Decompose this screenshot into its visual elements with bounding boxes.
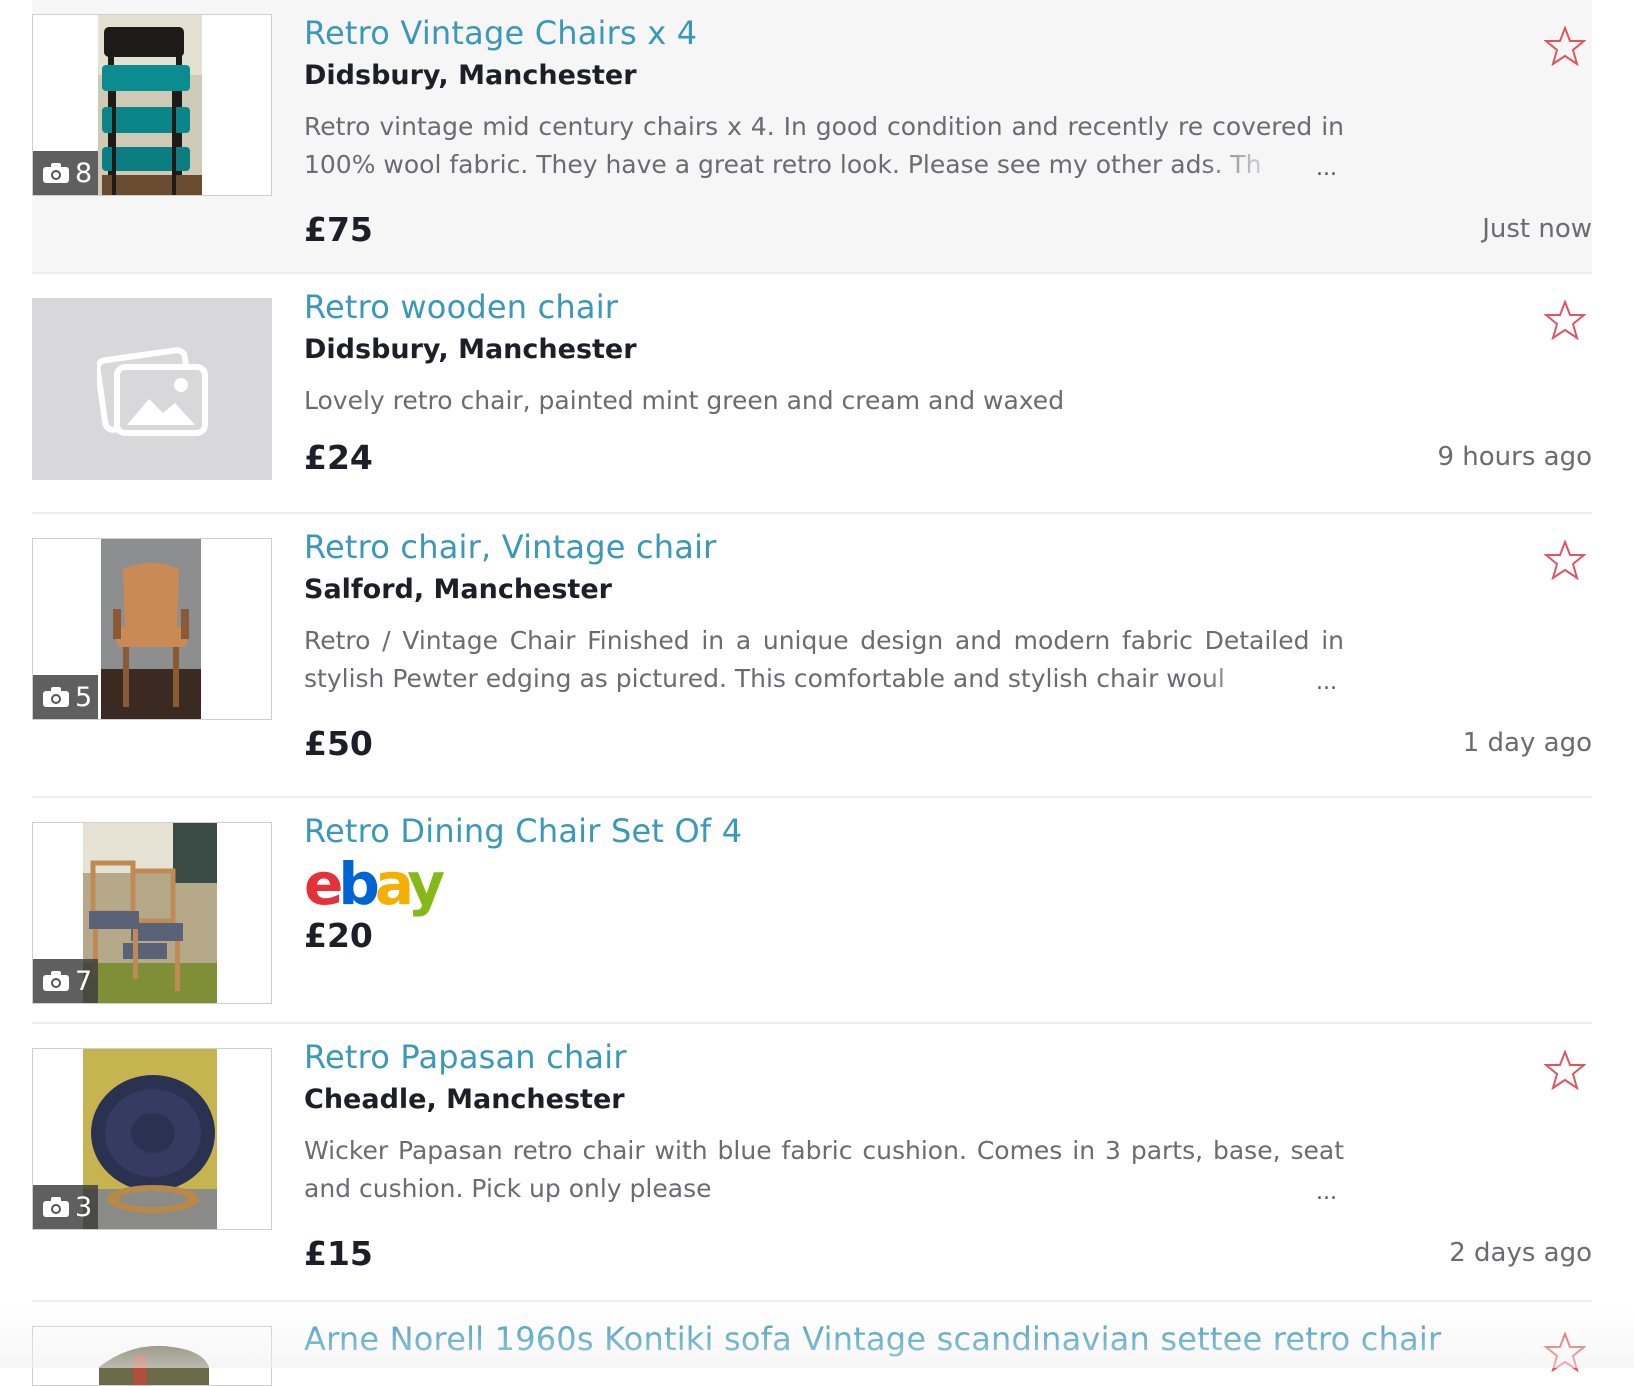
listing-price: £20 [304, 916, 373, 955]
photo-count-badge: 8 [33, 151, 99, 195]
listing-location: Didsbury, Manchester [304, 60, 637, 91]
listing-thumbnail[interactable] [32, 298, 272, 480]
listing-price: £15 [304, 1234, 373, 1273]
description-fade [1202, 660, 1312, 698]
description-ellipsis: ... [1316, 670, 1337, 695]
listing-results: 8 Retro Vintage Chairs x 4 Didsbury, Man… [0, 0, 1634, 1386]
listing-description-text: Lovely retro chair, painted mint green a… [304, 386, 1065, 415]
listing-card[interactable]: Arne Norell 1960s Kontiki sofa Vintage s… [32, 1302, 1592, 1386]
listing-thumbnail[interactable]: 7 [32, 822, 272, 1004]
listing-photo [83, 1049, 217, 1229]
listing-title-link[interactable]: Retro chair, Vintage chair [304, 528, 717, 566]
listing-photo [93, 1327, 213, 1385]
listing-card[interactable]: 7 Retro Dining Chair Set Of 4 ebay £20 [32, 798, 1592, 1024]
camera-icon [43, 163, 69, 183]
listing-thumbnail[interactable]: 3 [32, 1048, 272, 1230]
photo-count: 5 [75, 681, 93, 713]
listing-title-link[interactable]: Arne Norell 1960s Kontiki sofa Vintage s… [304, 1320, 1441, 1358]
listing-title-link[interactable]: Retro Papasan chair [304, 1038, 627, 1076]
listing-price: £50 [304, 724, 373, 763]
star-outline-icon[interactable] [1544, 300, 1586, 340]
listing-location: Salford, Manchester [304, 574, 612, 605]
listing-thumbnail[interactable]: 8 [32, 14, 272, 196]
listing-posted-time: 2 days ago [1449, 1238, 1592, 1268]
listing-card[interactable]: Retro wooden chair Didsbury, Manchester … [32, 274, 1592, 514]
star-outline-icon[interactable] [1544, 26, 1586, 66]
photo-count-badge: 5 [33, 675, 99, 719]
description-ellipsis: ... [1316, 156, 1337, 181]
ebay-logo: ebay [304, 852, 449, 918]
listing-title-link[interactable]: Retro Dining Chair Set Of 4 [304, 812, 742, 850]
listing-card[interactable]: 3 Retro Papasan chair Cheadle, Mancheste… [32, 1024, 1592, 1302]
listing-description: Retro vintage mid century chairs x 4. In… [304, 108, 1344, 184]
photo-count-badge: 7 [33, 959, 99, 1003]
listing-thumbnail[interactable]: 5 [32, 538, 272, 720]
description-ellipsis: ... [1316, 1180, 1337, 1205]
listing-thumbnail[interactable] [32, 1326, 272, 1386]
listing-photo [83, 823, 217, 1003]
listing-description-text: Retro / Vintage Chair Finished in a uniq… [304, 626, 1344, 693]
listing-card[interactable]: 8 Retro Vintage Chairs x 4 Didsbury, Man… [32, 0, 1592, 274]
listing-price: £75 [304, 210, 373, 249]
listing-description: Retro / Vintage Chair Finished in a uniq… [304, 622, 1344, 698]
svg-text:ebay: ebay [304, 852, 444, 918]
listing-price: £24 [304, 438, 373, 477]
listing-posted-time: Just now [1482, 214, 1592, 244]
star-outline-icon[interactable] [1544, 1050, 1586, 1090]
photo-count: 3 [75, 1191, 93, 1223]
listing-description: Wicker Papasan retro chair with blue fab… [304, 1132, 1344, 1208]
listing-location: Didsbury, Manchester [304, 334, 637, 365]
listing-photo [101, 539, 201, 719]
camera-icon [43, 687, 69, 707]
listing-title-link[interactable]: Retro wooden chair [304, 288, 618, 326]
photo-count: 8 [75, 157, 93, 189]
listing-description-text: Wicker Papasan retro chair with blue fab… [304, 1136, 1344, 1203]
listing-description-text: Retro vintage mid century chairs x 4. In… [304, 112, 1344, 179]
star-outline-icon[interactable] [1544, 1332, 1586, 1372]
star-outline-icon[interactable] [1544, 540, 1586, 580]
image-placeholder-icon [97, 347, 208, 436]
camera-icon [43, 1197, 69, 1217]
photo-count: 7 [75, 965, 93, 997]
description-fade [1202, 146, 1312, 184]
listing-title-link[interactable]: Retro Vintage Chairs x 4 [304, 14, 697, 52]
camera-icon [43, 971, 69, 991]
listing-description: Lovely retro chair, painted mint green a… [304, 382, 1344, 420]
listing-card[interactable]: 5 Retro chair, Vintage chair Salford, Ma… [32, 514, 1592, 798]
photo-count-badge: 3 [33, 1185, 99, 1229]
listing-photo [98, 15, 202, 195]
listing-posted-time: 1 day ago [1462, 728, 1592, 758]
listing-location: Cheadle, Manchester [304, 1084, 625, 1115]
listing-posted-time: 9 hours ago [1437, 442, 1592, 472]
